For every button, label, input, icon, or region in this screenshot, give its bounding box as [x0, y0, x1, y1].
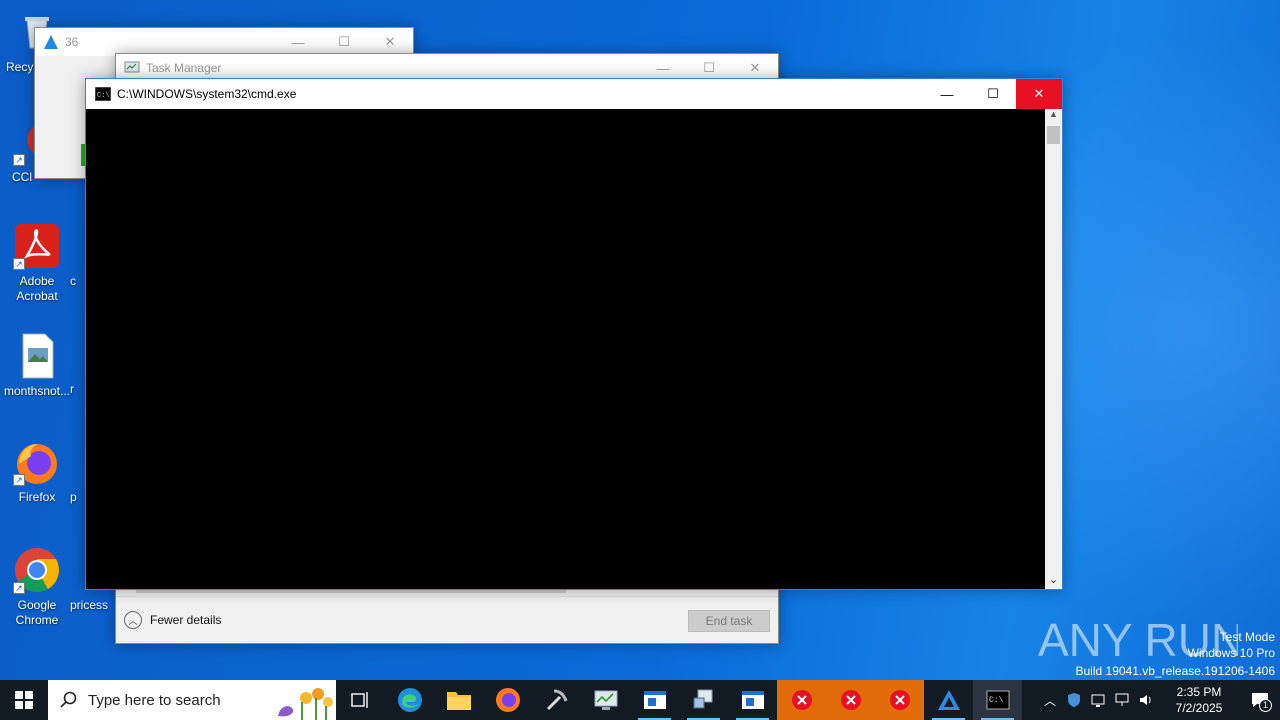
tray-network-status[interactable] [1086, 680, 1110, 720]
task-view-icon [350, 692, 368, 708]
scrollbar-thumb[interactable] [1047, 126, 1060, 144]
minimize-button[interactable]: — [275, 28, 321, 56]
taskbar-error-app-2[interactable] [826, 680, 875, 720]
shortcut-arrow-icon: ↗ [13, 582, 25, 594]
task-manager-icon [594, 690, 617, 710]
desktop-icon-monthsnot[interactable]: monthsnot... [0, 332, 74, 399]
search-highlight-flowers-icon [278, 688, 333, 720]
network-icon [1115, 693, 1129, 706]
cmd-icon: C:\ [95, 87, 111, 101]
close-button[interactable]: ✕ [1016, 79, 1062, 109]
error-x-icon [791, 690, 812, 710]
folder-icon [446, 692, 471, 710]
app-triangle-icon [937, 690, 960, 710]
window-title: 36 [65, 35, 79, 49]
chrome-icon: ↗ [13, 546, 61, 594]
taskbar-window-app-2[interactable] [728, 680, 777, 720]
action-center-button[interactable]: 1 [1240, 680, 1280, 720]
test-mode-text: Test Mode [1219, 630, 1275, 644]
task-manager-icon [124, 61, 140, 73]
edge-icon [397, 688, 422, 712]
vertical-scrollbar[interactable]: ▲ ⌄ [1045, 109, 1062, 589]
device-icon [1091, 694, 1105, 707]
network-computer-icon [693, 689, 712, 709]
close-button[interactable]: ✕ [367, 28, 413, 56]
desktop-icon-label: Google Chrome [15, 598, 59, 627]
error-x-icon [889, 690, 910, 710]
tray-volume[interactable] [1134, 680, 1158, 720]
desktop-icon-google-chrome[interactable]: ↗ Google Chrome [0, 546, 74, 628]
taskbar-file-explorer[interactable] [434, 680, 483, 720]
search-box[interactable]: Type here to search [48, 680, 336, 720]
taskbar-edge[interactable] [385, 680, 434, 720]
search-icon [60, 691, 77, 708]
tray-security[interactable] [1062, 680, 1086, 720]
chevron-up-icon: ︿ [124, 611, 142, 629]
taskbar-cmd[interactable]: C:\ [973, 680, 1022, 720]
show-hidden-icons-button[interactable]: ︿ [1038, 680, 1062, 720]
taskbar-tools[interactable] [532, 680, 581, 720]
end-task-button[interactable]: End task [688, 610, 770, 632]
windows-build-text: Build 19041.vb_release.191206-1406 [1075, 664, 1276, 678]
volume-icon [1140, 695, 1151, 705]
taskbar-firefox[interactable] [483, 680, 532, 720]
fewer-details-label: Fewer details [150, 613, 222, 627]
minimize-button[interactable]: — [924, 79, 970, 109]
firefox-icon: ↗ [13, 438, 61, 486]
adobe-acrobat-icon: ↗ [13, 222, 61, 270]
svg-text:C:\: C:\ [97, 92, 110, 100]
svg-text:C:\: C:\ [989, 696, 1004, 705]
console-output[interactable] [86, 109, 1045, 589]
taskbar-task-manager[interactable] [581, 680, 630, 720]
windows-logo-icon [15, 691, 33, 709]
app-triangle-icon [44, 35, 58, 49]
windows-edition-text: Windows 10 Pro [1187, 646, 1275, 660]
cmd-window[interactable]: C:\ C:\WINDOWS\system32\cmd.exe — ☐ ✕ ▲ … [85, 78, 1063, 590]
desktop-icon-adobe-acrobat[interactable]: ↗ Adobe Acrobat [0, 222, 74, 304]
desktop-icon-firefox[interactable]: ↗ Firefox [0, 438, 74, 505]
taskbar-app-36[interactable] [924, 680, 973, 720]
taskbar: Type here to search C:\ ︿ 2:35 PM 7/2/20… [0, 680, 1280, 720]
clock[interactable]: 2:35 PM 7/2/2025 [1158, 680, 1240, 720]
title-bar[interactable]: C:\ C:\WINDOWS\system32\cmd.exe — ☐ ✕ [86, 79, 1062, 109]
desktop-icon-label: Adobe Acrobat [16, 274, 58, 303]
shortcut-arrow-icon: ↗ [13, 474, 25, 486]
notification-badge: 1 [1259, 699, 1272, 712]
taskbar-error-app-3[interactable] [875, 680, 924, 720]
pickaxe-icon [546, 689, 567, 711]
scroll-down-arrow-icon[interactable]: ⌄ [1045, 573, 1062, 589]
image-file-icon [13, 332, 61, 380]
desktop-icon-label: monthsnot... [3, 384, 71, 398]
shortcut-arrow-icon: ↗ [13, 154, 25, 166]
maximize-button[interactable]: ☐ [321, 28, 367, 56]
taskbar-network-app[interactable] [679, 680, 728, 720]
shortcut-arrow-icon: ↗ [13, 258, 25, 270]
chevron-up-icon: ︿ [1043, 693, 1056, 708]
window-title: C:\WINDOWS\system32\cmd.exe [117, 87, 297, 101]
search-placeholder: Type here to search [88, 691, 221, 709]
desktop: Recy ↗ CCl ↗ Adobe Acrobat monthsnot... … [0, 0, 1280, 680]
cmd-icon: C:\ [986, 690, 1009, 710]
error-x-icon [840, 690, 861, 710]
security-shield-icon [1068, 693, 1080, 707]
tray-network[interactable] [1110, 680, 1134, 720]
title-bar[interactable]: 36 — ☐ ✕ [35, 28, 413, 56]
clock-time: 2:35 PM [1176, 685, 1222, 699]
taskbar-window-app[interactable] [630, 680, 679, 720]
start-button[interactable] [0, 680, 48, 720]
window-app-icon [643, 691, 666, 709]
desktop-icon-label: Firefox [18, 490, 56, 504]
task-view-button[interactable] [336, 680, 385, 720]
window-title: Task Manager [146, 61, 222, 75]
scroll-up-arrow-icon[interactable]: ▲ [1045, 109, 1062, 125]
firefox-icon [495, 688, 520, 712]
maximize-button[interactable]: ☐ [970, 79, 1016, 109]
window-app-icon [741, 691, 764, 709]
footer-bar: ︿ Fewer details End task [116, 596, 778, 643]
clock-date: 7/2/2025 [1175, 701, 1223, 715]
taskbar-error-app-1[interactable] [777, 680, 826, 720]
fewer-details-button[interactable]: ︿ Fewer details [124, 611, 221, 629]
